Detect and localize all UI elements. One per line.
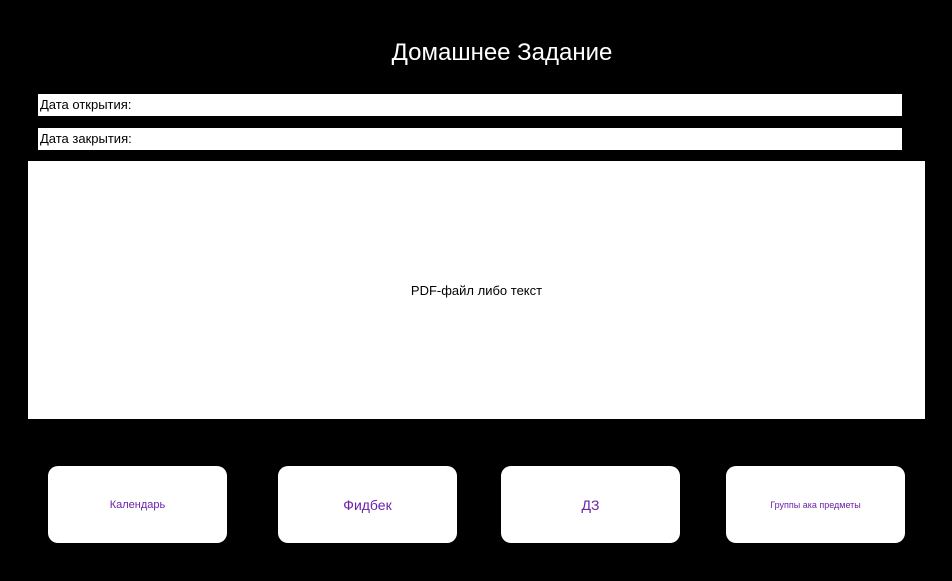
close-date-label: Дата закрытия: — [40, 131, 132, 146]
homework-button-label: ДЗ — [581, 496, 600, 513]
calendar-button[interactable]: Календарь — [48, 466, 227, 543]
open-date-field[interactable]: Дата открытия: — [38, 94, 902, 116]
open-date-label: Дата открытия: — [40, 97, 132, 112]
homework-button[interactable]: ДЗ — [501, 466, 680, 543]
feedback-button[interactable]: Фидбек — [278, 466, 457, 543]
content-placeholder: PDF-файл либо текст — [410, 282, 543, 298]
feedback-button-label: Фидбек — [343, 496, 392, 513]
groups-button[interactable]: Группы ака предметы — [726, 466, 905, 543]
page-title: Домашнее Задание — [391, 39, 613, 66]
groups-button-label: Группы ака предметы — [770, 499, 861, 510]
close-date-field[interactable]: Дата закрытия: — [38, 128, 902, 150]
homework-content-area[interactable]: PDF-файл либо текст — [28, 161, 925, 419]
calendar-button-label: Календарь — [109, 498, 166, 511]
